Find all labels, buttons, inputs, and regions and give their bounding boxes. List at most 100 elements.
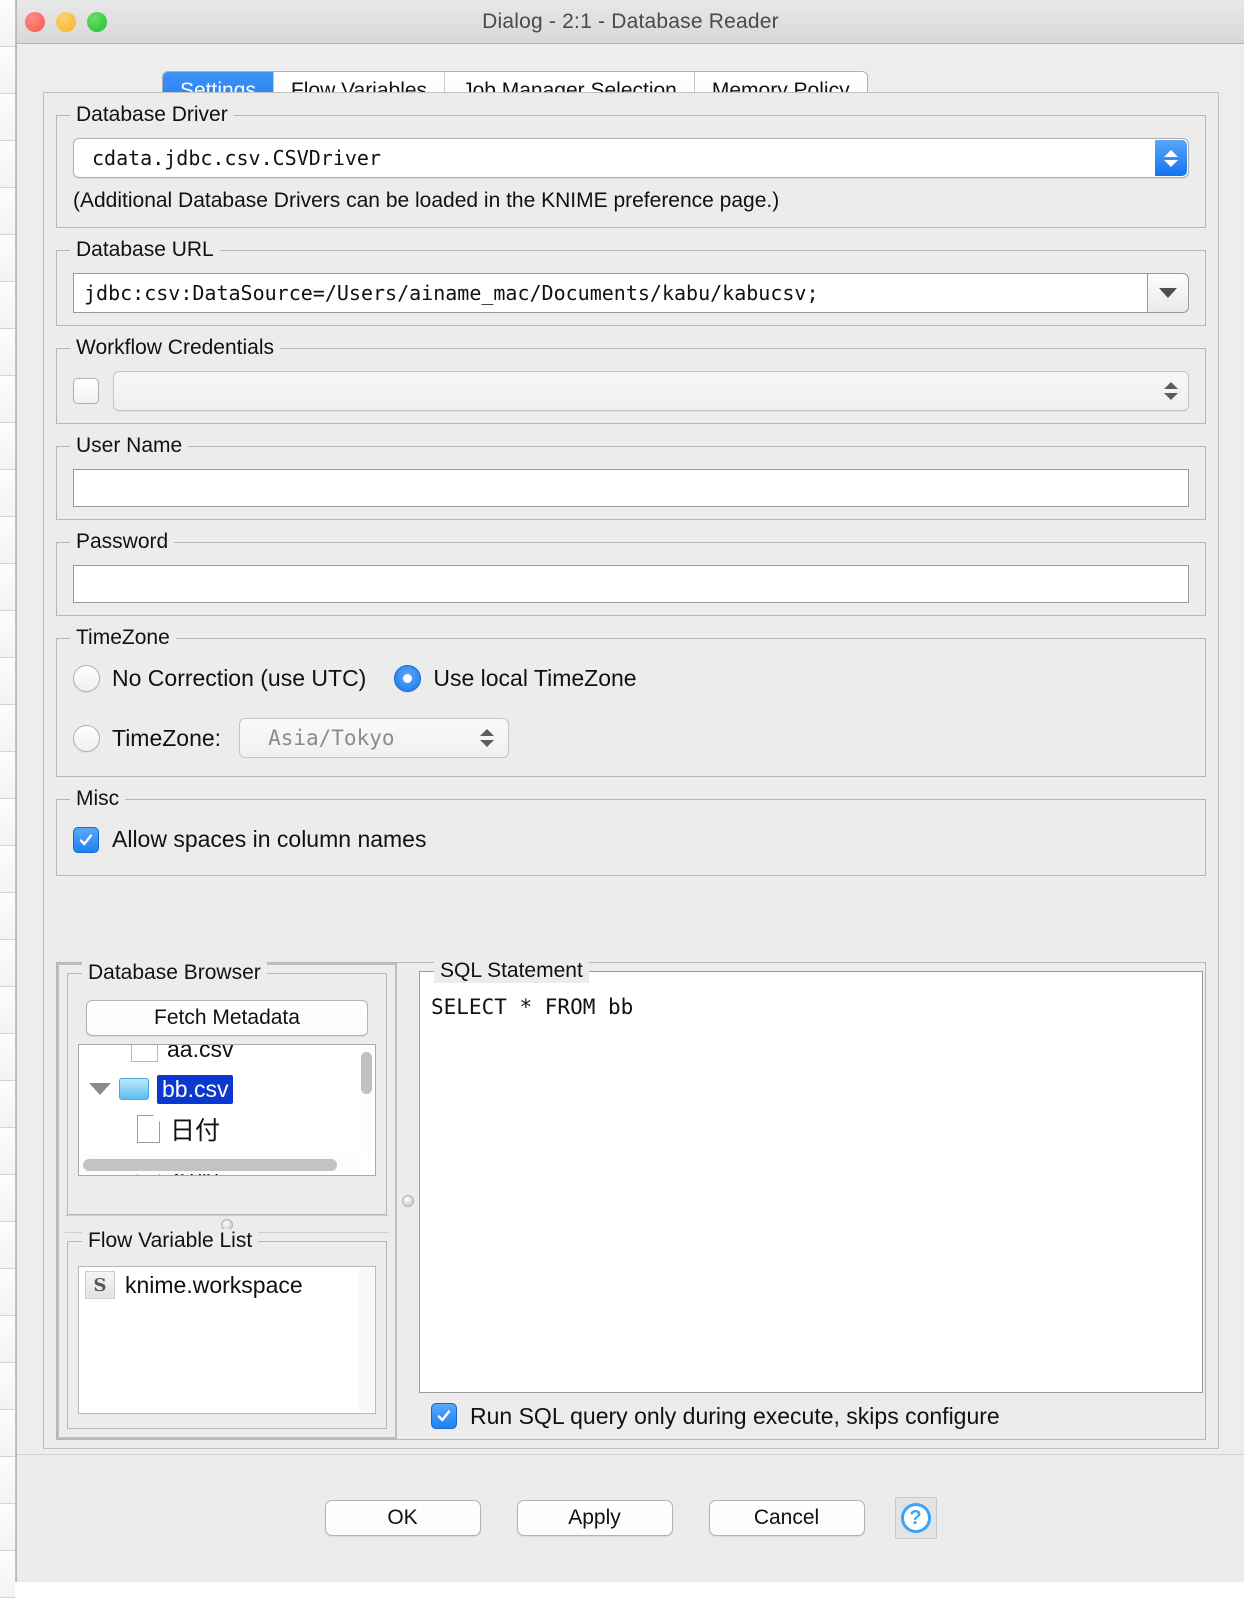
- radio-no-correction-label: No Correction (use UTC): [112, 665, 367, 691]
- splitter-grip-icon[interactable]: [402, 1195, 414, 1207]
- cancel-button[interactable]: Cancel: [708, 1500, 865, 1536]
- tree-item-label: aa.csv: [167, 1044, 234, 1062]
- title-bar: Dialog - 2:1 - Database Reader: [17, 0, 1244, 44]
- database-url-combo[interactable]: [73, 273, 1189, 313]
- browser-sql-split-area: Database Browser Fetch Metadata aa.csv b…: [56, 959, 1206, 1440]
- tree-item-aa-csv[interactable]: aa.csv: [79, 1044, 359, 1069]
- background-row: [0, 1175, 15, 1222]
- button-row: OK Apply Cancel ?: [17, 1497, 1244, 1539]
- background-row: [0, 1504, 15, 1551]
- flow-variable-label: knime.workspace: [125, 1271, 303, 1298]
- database-url-input[interactable]: [73, 273, 1147, 313]
- tree-vertical-scrollbar[interactable]: [359, 1046, 374, 1153]
- radio-specific-timezone[interactable]: [73, 724, 100, 752]
- tree-item-column-date[interactable]: 日付: [79, 1109, 359, 1149]
- background-row: [0, 282, 15, 329]
- database-driver-group: Database Driver cdata.jdbc.csv.CSVDriver…: [56, 103, 1206, 228]
- workflow-credentials-select[interactable]: [113, 371, 1189, 411]
- folder-icon: [119, 1078, 149, 1100]
- background-row: [0, 1410, 15, 1457]
- workflow-credentials-group: Workflow Credentials: [56, 336, 1206, 424]
- background-row: [0, 940, 15, 987]
- tree-item-label: bb.csv: [157, 1074, 234, 1104]
- database-browser-legend: Database Browser: [82, 961, 267, 985]
- string-variable-icon: S: [85, 1271, 115, 1299]
- fetch-metadata-button[interactable]: Fetch Metadata: [86, 1000, 368, 1036]
- ok-button[interactable]: OK: [324, 1500, 481, 1536]
- radio-no-correction[interactable]: [73, 665, 100, 692]
- database-driver-value: cdata.jdbc.csv.CSVDriver: [92, 146, 381, 170]
- empty-checkbox-icon: [131, 1045, 158, 1062]
- flow-variable-scrollbar[interactable]: [359, 1268, 374, 1412]
- background-row: [0, 470, 15, 517]
- list-item[interactable]: S knime.workspace: [79, 1267, 375, 1303]
- dialog-window: Dialog - 2:1 - Database Reader Settings …: [16, 0, 1244, 1582]
- background-row: [0, 564, 15, 611]
- flow-variable-list-legend: Flow Variable List: [82, 1229, 259, 1253]
- file-icon: [137, 1115, 160, 1143]
- background-row: [0, 846, 15, 893]
- run-option-row[interactable]: Run SQL query only during execute, skips…: [419, 1393, 1203, 1439]
- background-row: [0, 188, 15, 235]
- timezone-select[interactable]: Asia/Tokyo: [239, 718, 510, 758]
- sql-statement-input[interactable]: SELECT * FROM bb: [421, 982, 1201, 1391]
- background-row: [0, 1034, 15, 1081]
- user-name-group: User Name: [56, 434, 1206, 520]
- database-driver-select[interactable]: cdata.jdbc.csv.CSVDriver: [73, 138, 1189, 178]
- background-row: [0, 705, 15, 752]
- background-row: [0, 517, 15, 564]
- misc-legend: Misc: [70, 787, 126, 811]
- allow-spaces-checkbox[interactable]: [73, 826, 99, 853]
- vertical-splitter[interactable]: [397, 963, 419, 1439]
- background-row: [0, 1316, 15, 1363]
- run-sql-checkbox[interactable]: [431, 1403, 457, 1429]
- scrollbar-thumb[interactable]: [361, 1052, 372, 1094]
- password-input[interactable]: [73, 565, 1189, 603]
- apply-button[interactable]: Apply: [516, 1500, 673, 1536]
- workflow-credentials-checkbox[interactable]: [73, 378, 99, 404]
- background-row: [0, 0, 15, 47]
- background-row: [0, 94, 15, 141]
- chevron-updown-icon[interactable]: [480, 719, 495, 757]
- chevron-updown-icon[interactable]: [1164, 372, 1178, 410]
- settings-panel: Database Driver cdata.jdbc.csv.CSVDriver…: [43, 92, 1219, 1449]
- flow-variable-list[interactable]: S knime.workspace: [78, 1266, 376, 1414]
- workflow-credentials-legend: Workflow Credentials: [70, 336, 281, 360]
- user-name-legend: User Name: [70, 434, 189, 458]
- database-browser-group: Database Browser Fetch Metadata aa.csv b…: [67, 961, 387, 1215]
- radio-use-local-timezone[interactable]: [394, 665, 422, 692]
- misc-group: Misc Allow spaces in column names: [56, 787, 1206, 876]
- background-row: [0, 1128, 15, 1175]
- chevron-updown-icon[interactable]: [1155, 140, 1187, 176]
- background-row: [0, 1269, 15, 1316]
- help-button[interactable]: ?: [894, 1497, 937, 1539]
- timezone-value: Asia/Tokyo: [268, 726, 395, 750]
- background-row: [0, 141, 15, 188]
- scrollbar-thumb[interactable]: [83, 1159, 337, 1171]
- tree-item-bb-csv[interactable]: bb.csv: [79, 1069, 359, 1109]
- background-window: [0, 0, 16, 1598]
- chevron-down-icon[interactable]: [89, 1083, 111, 1095]
- timezone-row-top: No Correction (use UTC) Use local TimeZo…: [73, 665, 1189, 692]
- allow-spaces-row[interactable]: Allow spaces in column names: [73, 826, 1189, 853]
- chevron-down-icon[interactable]: [1147, 273, 1189, 313]
- background-row: [0, 658, 15, 705]
- background-row: [0, 376, 15, 423]
- user-name-input[interactable]: [73, 469, 1189, 507]
- background-row: [0, 893, 15, 940]
- background-row: [0, 752, 15, 799]
- background-row: [0, 47, 15, 94]
- allow-spaces-label: Allow spaces in column names: [112, 826, 427, 852]
- database-tree[interactable]: aa.csv bb.csv 日付: [78, 1044, 376, 1176]
- password-group: Password: [56, 530, 1206, 616]
- flow-variable-list-group: Flow Variable List S knime.workspace: [67, 1229, 387, 1429]
- run-sql-label: Run SQL query only during execute, skips…: [470, 1402, 1000, 1429]
- background-row: [0, 1457, 15, 1504]
- password-legend: Password: [70, 530, 175, 554]
- dialog-footer: OK Apply Cancel ?: [17, 1454, 1244, 1582]
- database-driver-hint: (Additional Database Drivers can be load…: [73, 189, 780, 212]
- right-pane: SQL Statement SELECT * FROM bb Run SQL q…: [419, 959, 1205, 1439]
- tree-item-label: 日付: [170, 1117, 221, 1145]
- database-url-legend: Database URL: [70, 238, 220, 262]
- tree-horizontal-scrollbar[interactable]: [80, 1155, 359, 1174]
